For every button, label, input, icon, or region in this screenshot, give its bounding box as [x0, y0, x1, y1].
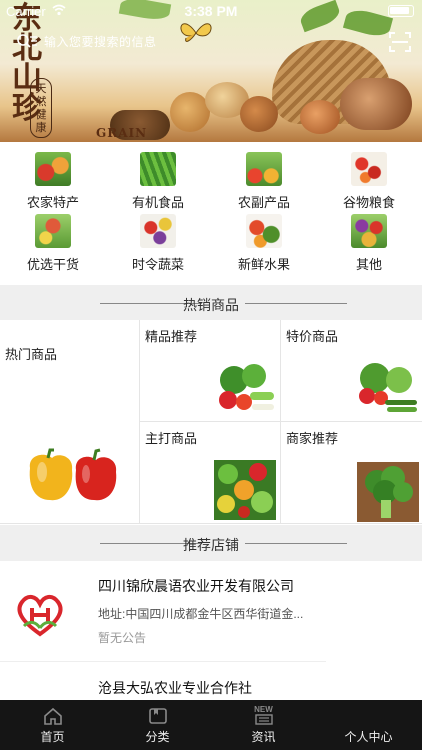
- hot-item-label: 热门商品: [5, 347, 58, 362]
- tab-profile[interactable]: 个人中心: [316, 700, 421, 750]
- tab-label: 个人中心: [344, 730, 393, 744]
- hot-item-label: 主打商品: [145, 431, 198, 446]
- category-farm-specialty[interactable]: 农家特产: [0, 152, 106, 214]
- scan-icon[interactable]: [388, 30, 412, 54]
- agricultural-byproduct-icon: [246, 152, 282, 186]
- store-name: 沧县大弘农业专业合作社: [98, 680, 252, 696]
- bell-peppers-image: [24, 448, 120, 504]
- tab-news[interactable]: NEW 资讯: [211, 700, 316, 750]
- category-fresh-fruit[interactable]: 新鲜水果: [211, 214, 317, 276]
- search-input[interactable]: 输入您要搜索的信息: [44, 33, 157, 50]
- category-organic-food[interactable]: 有机食品: [105, 152, 211, 214]
- hot-products-grid: 热门商品 精品推荐 特价商品 主打商品 商家推荐: [0, 320, 422, 524]
- banner-seal: 天然健康: [30, 78, 52, 138]
- clock: 3:38 PM: [184, 3, 238, 19]
- mushroom-image: [240, 96, 278, 132]
- store-section-title: 推荐店铺: [183, 537, 239, 553]
- tab-label: 分类: [145, 730, 170, 744]
- store-item[interactable]: 四川锦欣晨语农业开发有限公司 地址:中国四川成都金牛区西华街道金... 暂无公告: [0, 562, 326, 662]
- category-icon: [148, 707, 168, 725]
- grain-icon: [351, 152, 387, 186]
- vegetable-assortment-image: [355, 358, 419, 414]
- banner-brand: GRAIN: [96, 126, 148, 140]
- tab-label: 资讯: [251, 730, 276, 744]
- category-agricultural-byproduct[interactable]: 农副产品: [211, 152, 317, 214]
- search-bar[interactable]: 输入您要搜索的信息: [10, 30, 370, 56]
- store-item[interactable]: 沧县大弘农业专业合作社: [0, 662, 326, 732]
- tab-category[interactable]: 分类: [105, 700, 210, 750]
- broccoli-image: [357, 462, 419, 522]
- dried-goods-icon: [35, 214, 71, 248]
- hot-item-featured[interactable]: 主打商品: [140, 422, 281, 524]
- category-label: 优选干货: [26, 257, 79, 272]
- battery-icon: [388, 5, 414, 17]
- vegetable-box-image: [214, 460, 276, 520]
- category-label: 有机食品: [131, 195, 184, 210]
- mushroom-image: [170, 92, 210, 132]
- category-label: 时令蔬菜: [131, 257, 184, 272]
- fresh-fruit-icon: [246, 214, 282, 248]
- tab-label: 首页: [40, 730, 65, 744]
- profile-icon: [359, 707, 379, 725]
- hot-item-label: 精品推荐: [145, 329, 198, 344]
- store-name: 四川锦欣晨语农业开发有限公司: [98, 578, 294, 594]
- app-screen: 东北山珍 天然健康 GRAIN Carrier 3:38 PM 输入您要搜索的信…: [0, 0, 422, 750]
- bottom-tab-bar: 首页 分类 NEW 资讯 个人中心: [0, 700, 422, 750]
- hot-item-label: 商家推荐: [286, 431, 339, 446]
- category-grain[interactable]: 谷物粮食: [316, 152, 422, 214]
- category-other[interactable]: 其他: [316, 214, 422, 276]
- hot-item-merchant-pick[interactable]: 商家推荐: [281, 422, 422, 524]
- store-address: 地址:中国四川成都金牛区西华街道金...: [98, 607, 304, 621]
- search-menu-icon[interactable]: [16, 33, 38, 53]
- store-section-header: 推荐店铺: [0, 525, 422, 561]
- category-grid: 农家特产 有机食品 农副产品 谷物粮食 优选干货 时令蔬菜 新鲜水果 其他: [0, 142, 422, 284]
- farm-specialty-icon: [35, 152, 71, 186]
- hot-item-label: 特价商品: [286, 329, 339, 344]
- home-icon: [43, 707, 63, 725]
- hot-section-header: 热销商品: [0, 285, 422, 321]
- mixed-vegetables-image: [214, 358, 276, 414]
- status-bar: Carrier 3:38 PM: [0, 0, 422, 22]
- divider-line: [245, 543, 347, 544]
- nuts-bowl-image: [340, 78, 412, 130]
- category-label: 其他: [355, 257, 382, 272]
- divider-line: [245, 303, 347, 304]
- hot-item-popular[interactable]: 热门商品: [0, 320, 140, 524]
- store-notice: 暂无公告: [98, 631, 147, 645]
- category-seasonal-vegetables[interactable]: 时令蔬菜: [105, 214, 211, 276]
- hot-item-premium[interactable]: 精品推荐: [140, 320, 281, 422]
- category-dried-goods[interactable]: 优选干货: [0, 214, 106, 276]
- seasonal-vegetables-icon: [140, 214, 176, 248]
- category-label: 新鲜水果: [237, 257, 290, 272]
- organic-food-icon: [140, 152, 176, 186]
- category-label: 农家特产: [26, 195, 79, 210]
- store-logo: [10, 582, 70, 642]
- category-label: 谷物粮食: [342, 195, 395, 210]
- news-icon: NEW: [252, 705, 276, 725]
- tab-home[interactable]: 首页: [0, 700, 105, 750]
- mushroom-image: [300, 100, 340, 134]
- hot-item-special-offer[interactable]: 特价商品: [281, 320, 422, 422]
- hot-section-title: 热销商品: [183, 297, 239, 313]
- category-label: 农副产品: [237, 195, 290, 210]
- other-icon: [351, 214, 387, 248]
